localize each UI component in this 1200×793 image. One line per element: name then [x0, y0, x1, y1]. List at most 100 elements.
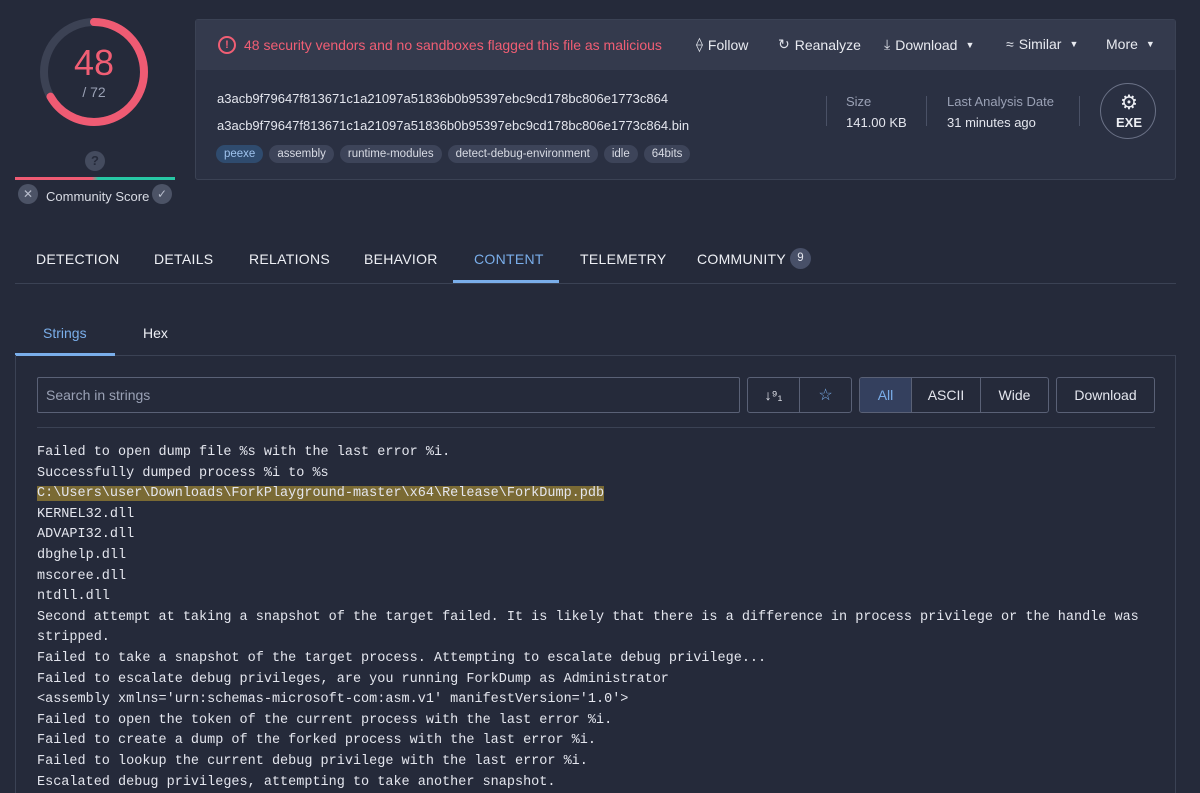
string-line[interactable]: Failed to open dump file %s with the las…: [37, 443, 1157, 464]
last-analysis-value: 31 minutes ago: [947, 115, 1036, 130]
tab-behavior[interactable]: BEHAVIOR: [364, 251, 438, 267]
gears-icon: ⚙: [1120, 92, 1138, 114]
chevron-down-icon: ▼: [1145, 39, 1155, 49]
tab-strings[interactable]: Strings: [43, 325, 87, 341]
x-icon[interactable]: ✕: [18, 184, 38, 204]
string-text: Failed to create a dump of the forked pr…: [37, 733, 596, 749]
string-line[interactable]: mscoree.dll: [37, 567, 1157, 588]
more-label: More: [1106, 36, 1138, 52]
download-strings-button[interactable]: Download: [1056, 377, 1155, 413]
string-line[interactable]: KERNEL32.dll: [37, 505, 1157, 526]
follow-button[interactable]: ⟠ Follow: [696, 36, 748, 53]
content-sub-tab-bar: Strings Hex: [15, 313, 1176, 356]
string-text: KERNEL32.dll: [37, 506, 135, 522]
tab-details[interactable]: DETAILS: [154, 251, 213, 267]
download-icon: ⤓: [884, 36, 891, 52]
question-icon[interactable]: ?: [85, 151, 105, 171]
sort-button[interactable]: ↓⁹₁: [748, 378, 800, 412]
tag[interactable]: idle: [603, 145, 638, 163]
search-input[interactable]: [37, 377, 740, 413]
divider: [1079, 96, 1080, 126]
string-text: ADVAPI32.dll: [37, 527, 135, 543]
string-text: Failed to take a snapshot of the target …: [37, 650, 767, 666]
download-label: Download: [895, 36, 958, 53]
similar-icon: ≈: [1006, 36, 1014, 52]
reanalyze-label: Reanalyze: [794, 36, 861, 53]
tab-hex[interactable]: Hex: [143, 325, 168, 341]
filter-all-button[interactable]: All: [860, 378, 912, 412]
strings-panel: ↓⁹₁ ☆ All ASCII Wide Download Failed to …: [15, 355, 1176, 793]
alert-text: 48 security vendors and no sandboxes fla…: [244, 37, 662, 53]
chevron-down-icon: ▼: [965, 39, 975, 50]
string-line[interactable]: Escalated debug privileges, attempting t…: [37, 773, 1157, 793]
string-line[interactable]: Second attempt at taking a snapshot of t…: [37, 608, 1157, 649]
download-button[interactable]: ⤓ Download ▼: [884, 36, 974, 53]
engine-total: / 72: [82, 84, 106, 100]
string-line[interactable]: ntdll.dll: [37, 587, 1157, 608]
community-count-badge: 9: [790, 248, 811, 269]
string-line[interactable]: Failed to lookup the current debug privi…: [37, 752, 1157, 773]
divider: [926, 96, 927, 126]
string-line[interactable]: Successfully dumped process %i to %s: [37, 464, 1157, 485]
file-sha256[interactable]: a3acb9f79647f813671c1a21097a51836b0b9539…: [217, 91, 668, 106]
tab-telemetry[interactable]: TELEMETRY: [580, 251, 666, 267]
string-line[interactable]: dbghelp.dll: [37, 546, 1157, 567]
follow-icon: ⟠: [696, 36, 703, 52]
follow-label: Follow: [707, 36, 749, 53]
size-value: 141.00 KB: [846, 115, 907, 130]
alert-circle-icon: !: [218, 36, 236, 54]
chevron-down-icon: ▼: [1069, 39, 1079, 49]
refresh-icon: ↻: [778, 36, 790, 52]
tag[interactable]: peexe: [216, 145, 264, 163]
tag[interactable]: assembly: [269, 145, 334, 163]
last-analysis-label: Last Analysis Date: [947, 94, 1054, 109]
string-line[interactable]: <assembly xmlns='urn:schemas-microsoft-c…: [37, 690, 1157, 711]
string-text: Successfully dumped process %i to %s: [37, 465, 329, 481]
filter-wide-button[interactable]: Wide: [981, 378, 1048, 412]
tab-detection[interactable]: DETECTION: [36, 251, 120, 267]
divider: [37, 427, 1155, 428]
similar-button[interactable]: ≈ Similar ▼: [1006, 36, 1078, 52]
tab-community[interactable]: COMMUNITY: [697, 251, 786, 267]
string-line[interactable]: C:\Users\user\Downloads\ForkPlayground-m…: [37, 484, 1157, 505]
sort-star-group: ↓⁹₁ ☆: [747, 377, 852, 413]
string-line[interactable]: ADVAPI32.dll: [37, 525, 1157, 546]
tag[interactable]: runtime-modules: [339, 145, 442, 163]
detection-count: 48: [73, 42, 115, 83]
sort-icon: ↓⁹₁: [764, 387, 783, 403]
tag[interactable]: 64bits: [643, 145, 691, 163]
more-button[interactable]: More ▼: [1106, 36, 1155, 52]
star-button[interactable]: ☆: [800, 378, 851, 412]
string-line[interactable]: Failed to open the token of the current …: [37, 711, 1157, 732]
string-text: Escalated debug privileges, attempting t…: [37, 774, 556, 790]
string-text: mscoree.dll: [37, 568, 127, 584]
filter-ascii-button[interactable]: ASCII: [912, 378, 981, 412]
file-type-badge: ⚙ EXE: [1100, 83, 1156, 139]
alert-bar: ! 48 security vendors and no sandboxes f…: [196, 20, 1175, 70]
file-summary-card: ! 48 security vendors and no sandboxes f…: [195, 19, 1176, 180]
string-text: <assembly xmlns='urn:schemas-microsoft-c…: [37, 692, 629, 708]
tag[interactable]: detect-debug-environment: [447, 145, 598, 163]
string-line[interactable]: Failed to take a snapshot of the target …: [37, 649, 1157, 670]
community-score-label: Community Score: [46, 189, 150, 204]
string-line[interactable]: Failed to create a dump of the forked pr…: [37, 731, 1157, 752]
star-icon: ☆: [818, 387, 833, 404]
similar-label: Similar: [1018, 36, 1062, 52]
check-icon[interactable]: ✓: [152, 184, 172, 204]
tab-content[interactable]: CONTENT: [474, 251, 544, 267]
string-text: dbghelp.dll: [37, 547, 127, 563]
tag-list: peexe assembly runtime-modules detect-de…: [216, 145, 691, 163]
string-text: ntdll.dll: [37, 589, 110, 605]
string-text: Failed to lookup the current debug privi…: [37, 753, 588, 769]
reanalyze-button[interactable]: ↻ Reanalyze: [778, 36, 861, 53]
community-score-bar: [15, 177, 175, 180]
string-text: Second attempt at taking a snapshot of t…: [37, 609, 1147, 646]
encoding-filter-group: All ASCII Wide: [859, 377, 1049, 413]
divider: [826, 96, 827, 126]
tab-relations[interactable]: RELATIONS: [249, 251, 330, 267]
string-line[interactable]: Failed to escalate debug privileges, are…: [37, 670, 1157, 691]
string-text: C:\Users\user\Downloads\ForkPlayground-m…: [37, 486, 605, 502]
file-name[interactable]: a3acb9f79647f813671c1a21097a51836b0b9539…: [217, 118, 689, 133]
size-label: Size: [846, 94, 872, 109]
strings-list: Failed to open dump file %s with the las…: [37, 443, 1157, 793]
